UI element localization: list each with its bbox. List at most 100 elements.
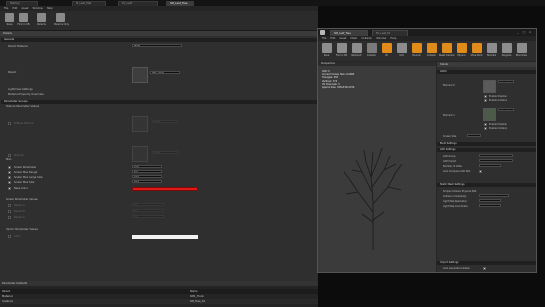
parent-asset-thumbnail[interactable] — [132, 67, 148, 83]
mesh-details-panel: Details LOD0 Element 0 M_Bark_01 Enable … — [437, 62, 536, 272]
save-button[interactable]: Save — [3, 13, 16, 30]
vector-row-1-checkbox[interactable] — [8, 235, 11, 238]
menu-asset[interactable]: Asset — [339, 37, 346, 40]
lod-import-dropdown[interactable]: Base LOD — [479, 159, 513, 162]
vector-params-header[interactable]: Vector Parameter Values — [6, 228, 38, 231]
element-0-material-thumbnail[interactable] — [483, 80, 496, 93]
material-overrides-label[interactable]: Material Property Overrides — [8, 93, 44, 96]
misc-row-2-checkbox[interactable] — [8, 171, 11, 174]
scalar-row-1-field[interactable]: 0.0 — [132, 203, 164, 206]
parent-material-dropdown[interactable]: None — [132, 44, 182, 47]
texture-param-2-field[interactable]: None — [152, 151, 178, 154]
menu-help[interactable]: Help — [47, 7, 53, 10]
auto-generate-collision-checkbox[interactable] — [483, 267, 486, 270]
section-parameter-groups[interactable]: Parameter Groups — [1, 100, 317, 104]
texture-params-header[interactable]: Texture Parameter Values — [6, 105, 39, 108]
grid-button[interactable]: Grid — [394, 43, 409, 60]
base-color-swatch[interactable] — [132, 187, 198, 191]
texture-param-1-checkbox[interactable] — [8, 122, 11, 125]
window-title-bar[interactable]: SM_Leaf_Tree PV_Leaf_01 _ □ × — [318, 29, 536, 36]
collision-complexity-dropdown[interactable]: Default — [479, 194, 509, 197]
num-lods-field[interactable]: 1 — [479, 164, 501, 167]
menu-mesh[interactable]: Mesh — [350, 37, 357, 40]
element-0-shadow-checkbox[interactable] — [484, 95, 487, 98]
misc-row-5-checkbox[interactable] — [8, 187, 11, 190]
section-build-settings[interactable]: Build Settings — [437, 142, 536, 146]
misc-row-2-field[interactable]: 0.0 — [132, 170, 162, 173]
folder-search-icon — [19, 13, 28, 22]
physics-button[interactable]: Physics — [454, 43, 469, 60]
texture-param-1-field[interactable]: None — [152, 120, 178, 123]
misc-row-1-checkbox[interactable] — [8, 166, 11, 169]
misc-row-3-field[interactable]: 0.21 — [132, 175, 162, 178]
lightmap-res-field[interactable]: 64 — [479, 199, 501, 202]
menu-help[interactable]: Help — [390, 37, 396, 40]
scalar-row-2-field[interactable]: 0.0 — [132, 209, 164, 212]
menu-file[interactable]: File — [322, 37, 326, 40]
minimize-button[interactable]: _ — [516, 30, 520, 34]
menu-file[interactable]: File — [4, 7, 8, 10]
lightmap-coord-field[interactable]: 1 — [479, 204, 501, 207]
table-row[interactable]: Instance SM_Tree_01 — [0, 299, 318, 304]
parent-asset-field[interactable]: SM1_Trunk — [150, 71, 180, 74]
auto-compute-lod-checkbox[interactable] — [479, 170, 482, 173]
element-1-material-field[interactable]: M_Leaf_01 — [498, 108, 514, 111]
collision-button[interactable]: Collision — [364, 43, 379, 60]
scalar-row-2-checkbox[interactable] — [8, 210, 11, 213]
misc-row-3-checkbox[interactable] — [8, 176, 11, 179]
element-0-collision-checkbox[interactable] — [484, 99, 487, 102]
element-1-collision-checkbox[interactable] — [484, 127, 487, 130]
menu-edit[interactable]: Edit — [12, 7, 17, 10]
menu-edit[interactable]: Edit — [330, 37, 335, 40]
screen-size-field[interactable]: 0.0 — [467, 134, 481, 137]
texture-param-2-thumbnail[interactable] — [132, 146, 148, 162]
misc-row-4-field[interactable]: 0.21 — [132, 180, 162, 183]
close-button[interactable]: × — [528, 30, 532, 34]
scalar-row-3-checkbox[interactable] — [8, 216, 11, 219]
menu-collision[interactable]: Collision — [361, 37, 372, 40]
scalar-row-1-checkbox[interactable] — [8, 204, 11, 207]
element-1-material-thumbnail[interactable] — [483, 108, 496, 121]
section-static-mesh-settings[interactable]: Static Mesh Settings — [437, 183, 536, 187]
normals-button[interactable]: Normals — [484, 43, 499, 60]
tangents-button[interactable]: Tangents — [499, 43, 514, 60]
texture-param-1-label: Diffuse Texture — [14, 122, 34, 125]
misc-row-1-field[interactable]: 0.05 — [132, 165, 162, 168]
mesh-viewport[interactable]: Perspective LOD: 0 Current Screen Size: … — [318, 62, 436, 272]
viewport-title[interactable]: Perspective — [321, 62, 335, 66]
texture-param-2-checkbox[interactable] — [8, 154, 11, 157]
params-only-button[interactable]: Params Only — [54, 13, 69, 30]
misc-header[interactable]: Misc — [6, 158, 12, 161]
scalar-row-3-field[interactable]: 0.0 — [132, 215, 164, 218]
bounds-button[interactable]: Bounds — [409, 43, 424, 60]
section-general[interactable]: General — [1, 38, 317, 42]
menu-asset[interactable]: Asset — [21, 7, 28, 10]
find-in-cb-button[interactable]: Find in CB — [17, 13, 30, 30]
vector-color-swatch[interactable] — [132, 235, 198, 239]
find-in-cb-label: Find in CB — [336, 54, 347, 57]
scalar-params-header[interactable]: Scalar Parameter Values — [6, 198, 38, 201]
collision-view-button[interactable]: Collision — [424, 43, 439, 60]
bounds-label: Bounds — [412, 54, 421, 57]
find-in-cb-button[interactable]: Find in CB — [334, 43, 349, 60]
uv-button[interactable]: UV — [379, 43, 394, 60]
binormals-button[interactable]: Binormals — [514, 43, 529, 60]
element-1-shadow-checkbox[interactable] — [484, 123, 487, 126]
misc-row-4-checkbox[interactable] — [8, 181, 11, 184]
texture-param-1-thumbnail[interactable] — [132, 116, 148, 132]
reset-camera-button[interactable]: Reset Camera — [439, 43, 454, 60]
menu-window[interactable]: Window — [32, 7, 42, 10]
maximize-button[interactable]: □ — [522, 30, 526, 34]
window-toolbar: Save Find in CB Reimport Collision UV Gr… — [318, 41, 536, 61]
menu-window[interactable]: Window — [376, 37, 386, 40]
section-lod-settings[interactable]: LOD Settings — [437, 148, 536, 152]
params-button[interactable]: Params — [35, 13, 48, 30]
lod-group-dropdown[interactable]: None — [479, 154, 513, 157]
section-lod0[interactable]: LOD0 — [437, 70, 536, 74]
section-import-settings[interactable]: Import Settings — [437, 261, 536, 265]
lightmass-settings-label[interactable]: Lightmass Settings — [8, 88, 33, 91]
save-button[interactable]: Save — [319, 43, 334, 60]
reimport-button[interactable]: Reimport — [349, 43, 364, 60]
element-0-material-field[interactable]: M_Bark_01 — [498, 80, 514, 83]
show-pivot-button[interactable]: Show Pivot — [469, 43, 484, 60]
